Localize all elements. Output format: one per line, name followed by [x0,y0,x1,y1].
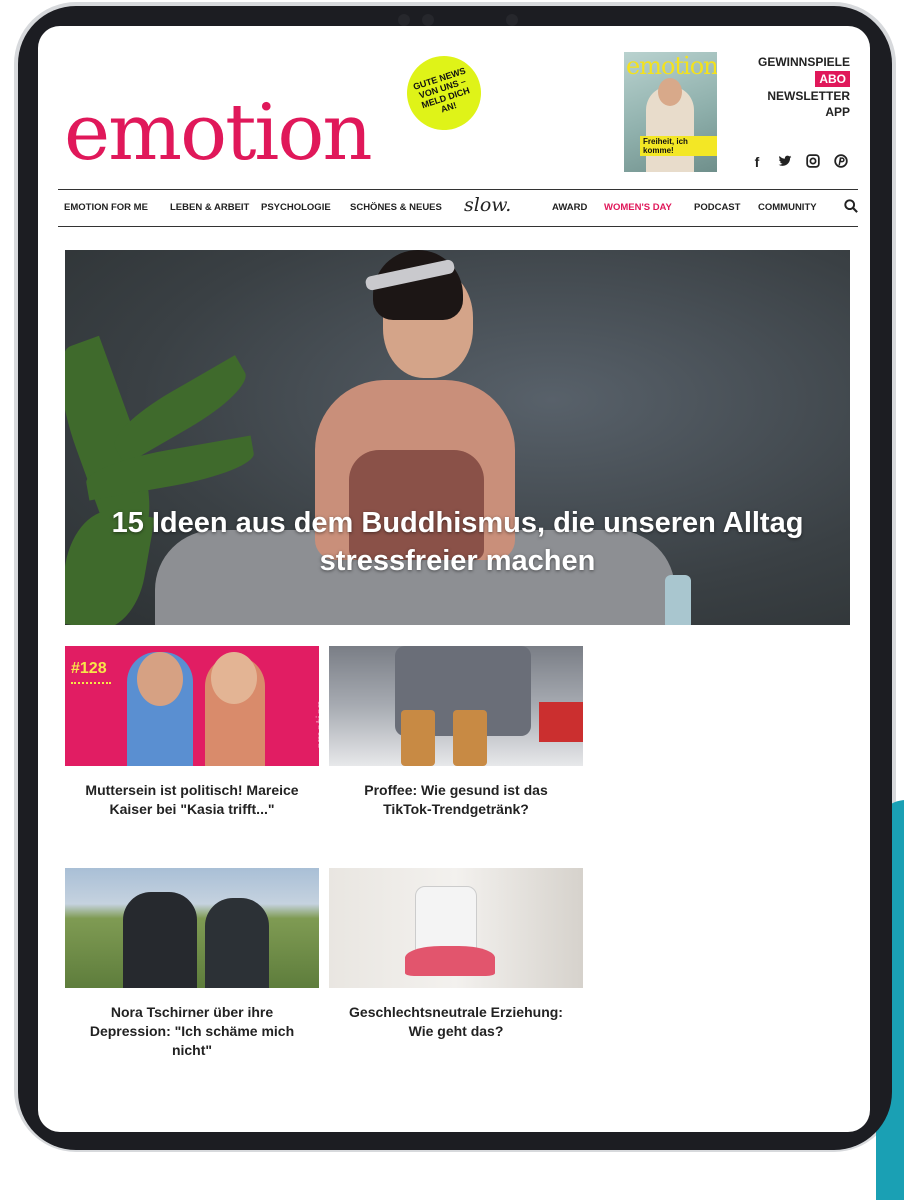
search-icon[interactable] [844,199,858,213]
article-title[interactable]: Geschlechtsneutrale Erziehung: Wie geht … [329,1003,583,1041]
episode-number: #128 [71,660,107,677]
cover-tagline: Freiheit, ich komme! [640,136,717,156]
article-title[interactable]: Proffee: Wie gesund ist das TikTok-Trend… [329,781,583,819]
image-watermark: emotion [313,700,319,750]
cover-face [658,78,682,106]
article-image[interactable]: #128 emotion [65,646,319,766]
link-abo[interactable]: ABO [815,71,850,87]
instagram-icon[interactable] [806,154,820,171]
article-image[interactable] [329,868,583,988]
top-links: GEWINNSPIELE ABO NEWSLETTER APP [758,54,850,120]
badge-text: GUTE NEWS VON UNS – MELD DICH AN! [411,65,471,115]
cover-title: emotion [626,52,717,80]
article-card[interactable]: Geschlechtsneutrale Erziehung: Wie geht … [329,868,583,1041]
nav-emotion-for-me[interactable]: EMOTION FOR ME [64,202,148,213]
article-card[interactable]: Nora Tschirner über ihre Depression: "Ic… [65,868,319,1060]
hero-article[interactable]: 15 Ideen aus dem Buddhismus, die unseren… [65,250,850,625]
audio-wave-icon [71,682,111,690]
article-card[interactable]: #128 emotion Muttersein ist politisch! M… [65,646,319,819]
nav-community[interactable]: COMMUNITY [758,202,817,213]
link-app[interactable]: APP [758,104,850,120]
article-image[interactable] [65,868,319,988]
pinterest-icon[interactable] [834,154,848,171]
magazine-cover[interactable]: emotion Freiheit, ich komme! [624,52,717,172]
nav-podcast[interactable]: PODCAST [694,202,740,213]
screen: emotion GUTE NEWS VON UNS – MELD DICH AN… [38,26,870,1132]
hero-title[interactable]: 15 Ideen aus dem Buddhismus, die unseren… [65,504,850,580]
social-links: f [750,154,848,171]
link-newsletter[interactable]: NEWSLETTER [758,88,850,104]
newsletter-badge[interactable]: GUTE NEWS VON UNS – MELD DICH AN! [397,46,491,140]
nav-psychologie[interactable]: PSYCHOLOGIE [261,202,331,213]
site-logo[interactable]: emotion [64,88,373,178]
article-card[interactable]: Proffee: Wie gesund ist das TikTok-Trend… [329,646,583,819]
facebook-icon[interactable]: f [750,154,764,171]
camera-bar [380,8,530,28]
link-gewinnspiele[interactable]: GEWINNSPIELE [758,54,850,70]
nav-slow[interactable]: slow. [464,194,511,216]
nav-leben-arbeit[interactable]: LEBEN & ARBEIT [170,202,249,213]
twitter-icon[interactable] [778,154,792,171]
article-title[interactable]: Nora Tschirner über ihre Depression: "Ic… [65,1003,319,1060]
water-bottle [665,575,691,625]
nav-schoenes-neues[interactable]: SCHÖNES & NEUES [350,202,442,213]
article-title[interactable]: Muttersein ist politisch! Mareice Kaiser… [65,781,319,819]
nav-womens-day[interactable]: WOMEN'S DAY [604,202,672,213]
main-nav: EMOTION FOR ME LEBEN & ARBEIT PSYCHOLOGI… [58,189,858,227]
nav-award[interactable]: AWARD [552,202,587,213]
article-image[interactable] [329,646,583,766]
